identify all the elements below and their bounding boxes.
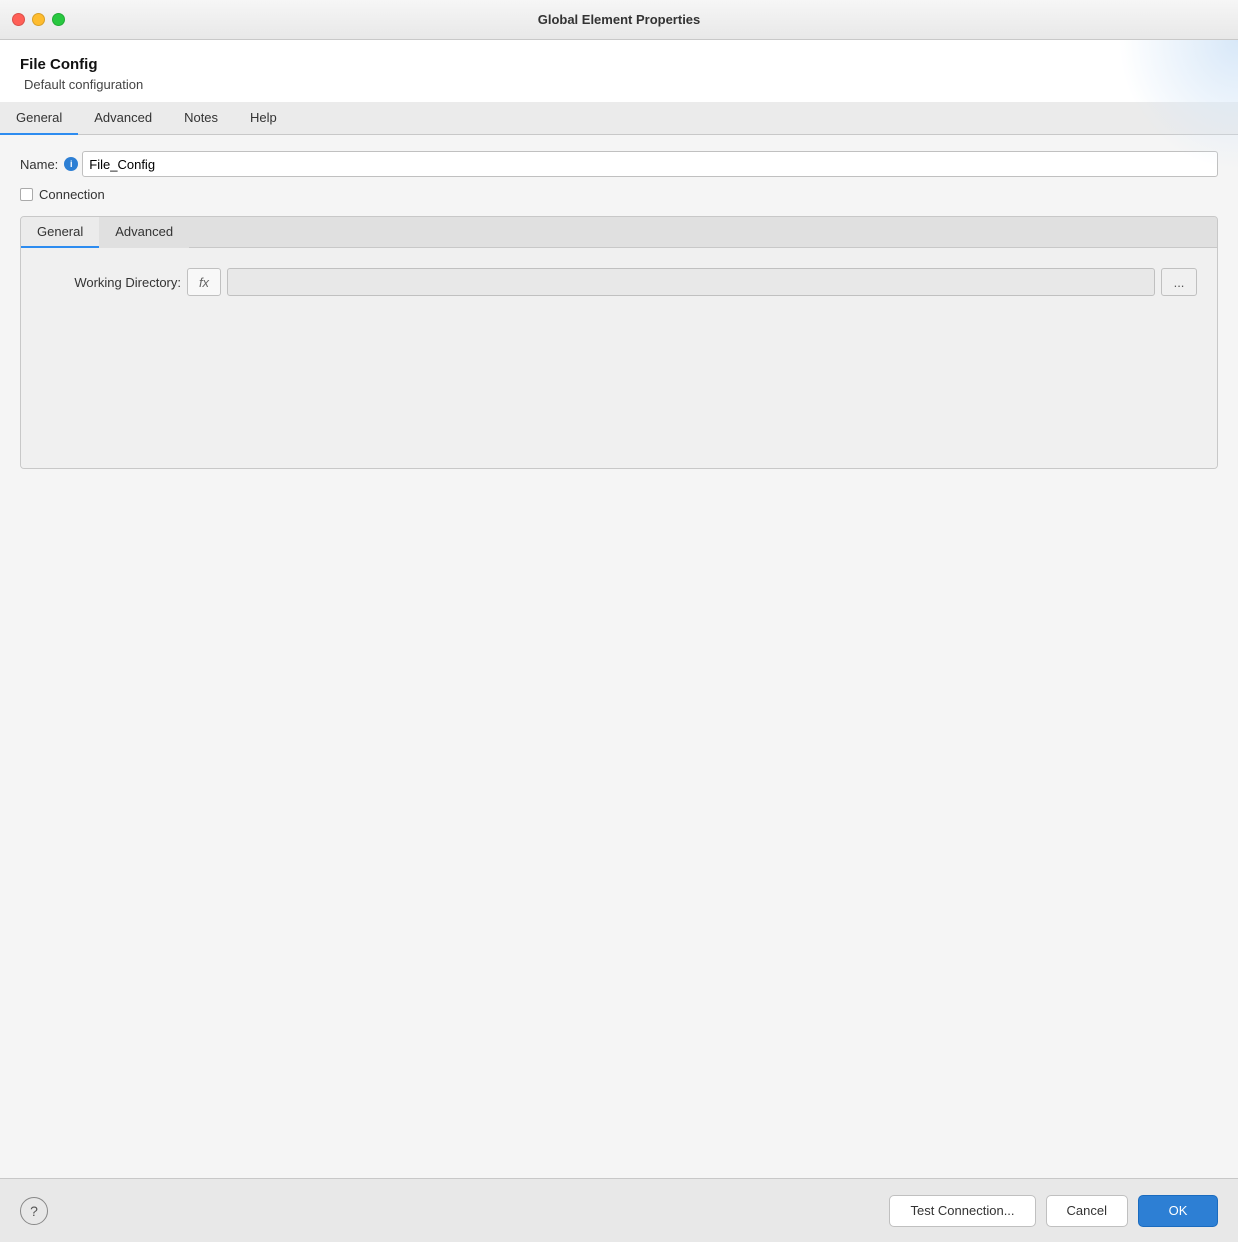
- tab-notes[interactable]: Notes: [168, 102, 234, 135]
- content-area: Name: i Connection General Advanced Work…: [0, 135, 1238, 1178]
- working-directory-row: Working Directory: fx ...: [41, 268, 1197, 296]
- tab-general[interactable]: General: [0, 102, 78, 135]
- connection-row: Connection: [20, 187, 1218, 202]
- maximize-button[interactable]: [52, 13, 65, 26]
- traffic-lights: [12, 13, 65, 26]
- working-directory-input[interactable]: [227, 268, 1155, 296]
- tab-help[interactable]: Help: [234, 102, 293, 135]
- bottom-actions: Test Connection... Cancel OK: [889, 1195, 1218, 1227]
- outer-tab-bar: General Advanced Notes Help: [0, 102, 1238, 135]
- connection-label: Connection: [39, 187, 105, 202]
- browse-button[interactable]: ...: [1161, 268, 1197, 296]
- inner-tab-bar: General Advanced: [21, 217, 1217, 248]
- inner-content: Working Directory: fx ...: [21, 248, 1217, 468]
- fx-button[interactable]: fx: [187, 268, 221, 296]
- name-label: Name:: [20, 157, 58, 172]
- bottom-bar: ? Test Connection... Cancel OK: [0, 1178, 1238, 1242]
- inner-tab-general[interactable]: General: [21, 217, 99, 248]
- name-input[interactable]: [82, 151, 1218, 177]
- tab-advanced[interactable]: Advanced: [78, 102, 168, 135]
- working-directory-label: Working Directory:: [41, 275, 181, 290]
- config-title: File Config: [20, 56, 1218, 73]
- inner-tab-advanced[interactable]: Advanced: [99, 217, 189, 248]
- title-bar: Global Element Properties: [0, 0, 1238, 40]
- help-button[interactable]: ?: [20, 1197, 48, 1225]
- name-row: Name: i: [20, 151, 1218, 177]
- minimize-button[interactable]: [32, 13, 45, 26]
- connection-checkbox[interactable]: [20, 188, 33, 201]
- ok-button[interactable]: OK: [1138, 1195, 1218, 1227]
- inner-panel: General Advanced Working Directory: fx .…: [20, 216, 1218, 469]
- header-area: File Config Default configuration: [0, 40, 1238, 102]
- close-button[interactable]: [12, 13, 25, 26]
- info-icon: i: [64, 157, 78, 171]
- config-subtitle: Default configuration: [20, 77, 1218, 92]
- test-connection-button[interactable]: Test Connection...: [889, 1195, 1035, 1227]
- cancel-button[interactable]: Cancel: [1046, 1195, 1128, 1227]
- window-title: Global Element Properties: [538, 12, 701, 27]
